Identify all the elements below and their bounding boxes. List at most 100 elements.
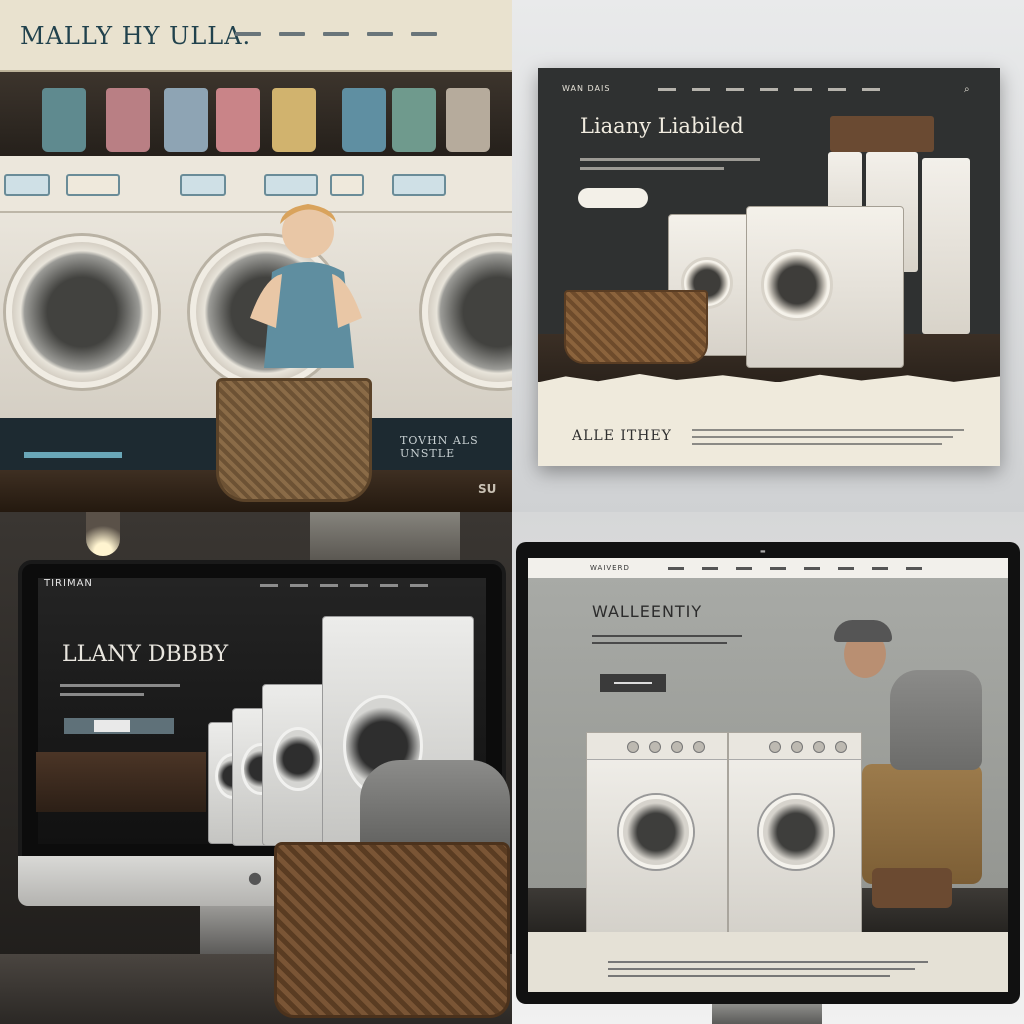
nav-item[interactable] [323,32,349,36]
footer-text [608,956,928,982]
nav-item[interactable] [367,32,393,36]
panel-imac-mockup: TIRIMAN LLANY DBBBY ● [0,512,512,1024]
nav-item[interactable] [668,567,684,570]
hanging-cloth [216,88,260,152]
hero-subtitle [60,678,180,702]
washing-machine [728,732,862,934]
nav-item[interactable] [760,88,778,91]
panel-laundry-child: MALLY HY ULLA. TOVHN ALS UNSTLE SU [0,0,512,512]
panel-laundry-site: WAN DAIS ⌕ Liaany Liabiled ALLE ITHEY [512,0,1024,512]
washing-machine [0,156,174,446]
nav-item[interactable] [862,88,880,91]
site-logo[interactable]: TIRIMAN [44,578,93,589]
signup-button[interactable] [94,720,130,732]
towel-rack [830,116,934,152]
nav-item[interactable] [736,567,752,570]
hero-title: LLANY DBBBY [62,642,229,667]
nav-item[interactable] [828,88,846,91]
hanging-cloth [446,88,490,152]
monitor-screen: WAIVERD WALLEENTIY [528,558,1008,992]
panel-monitor-man: ▬ WAIVERD WALLEENTIY [512,512,1024,1024]
washer-display [392,174,446,196]
washer-knob [649,741,661,753]
site-logo[interactable]: MALLY HY ULLA. [20,22,251,50]
background-window [310,512,460,562]
nav-item[interactable] [279,32,305,36]
laundry-basket [274,842,510,1018]
hero-subtitle [580,152,760,176]
washer-knob [693,741,705,753]
washer-control-panel [587,733,727,760]
washing-machine [586,732,728,934]
washer-drum [422,236,512,388]
mockup-grid: MALLY HY ULLA. TOVHN ALS UNSTLE SU WAN D… [0,0,1024,1024]
site-logo[interactable]: WAN DAIS [562,84,610,93]
washer-control-panel [382,156,512,213]
webcam-icon: ▬ [760,548,767,555]
website-mockup: WAN DAIS ⌕ Liaany Liabiled ALLE ITHEY [538,68,1000,466]
laundry-basket [564,290,708,364]
apple-logo-icon: ● [248,868,262,887]
nav-item[interactable] [794,88,812,91]
nav-item[interactable] [838,567,854,570]
section-paragraph [692,424,964,450]
hanging-cloth [392,88,436,152]
nav-item[interactable] [260,584,278,587]
signup-input[interactable] [64,718,174,734]
nav-item[interactable] [320,584,338,587]
washer-knob [769,741,781,753]
nav-item[interactable] [411,32,437,36]
washer-knob [627,741,639,753]
nav-item[interactable] [692,88,710,91]
nav-menu [235,32,437,36]
nav-item[interactable] [872,567,888,570]
washer-drum [761,249,833,321]
hero-subtitle [592,630,742,649]
search-icon[interactable]: ⌕ [964,84,970,95]
nav-item[interactable] [235,32,261,36]
washer-control-panel [729,733,861,760]
washer-display [4,174,50,196]
washer-knob [671,741,683,753]
washer-drum [759,795,833,869]
washer-knob [791,741,803,753]
site-header: WAN DAIS ⌕ [538,68,1000,116]
man-cap [834,620,892,642]
nav-item[interactable] [770,567,786,570]
nav-item[interactable] [906,567,922,570]
nav-item[interactable] [658,88,676,91]
section-title: ALLE ITHEY [572,428,672,444]
washer-display [180,174,226,196]
floor-caption: SU [478,482,497,496]
nav-item[interactable] [804,567,820,570]
hanging-cloth [106,88,150,152]
man-torso [890,670,982,770]
site-logo[interactable]: WAIVERD [590,564,630,572]
washer-drum [273,727,323,791]
wood-cabinet [36,752,206,812]
nav-item[interactable] [702,567,718,570]
nav-item[interactable] [410,584,428,587]
washer-display [66,174,120,196]
nav-menu [658,88,880,91]
hero-title: Liaany Liabiled [580,114,744,138]
site-header: MALLY HY ULLA. [0,0,512,72]
nav-item[interactable] [380,584,398,587]
washer-drum [6,236,158,388]
nav-item[interactable] [726,88,744,91]
hero-cta-button[interactable] [578,188,648,208]
nav-item[interactable] [350,584,368,587]
info-band-button[interactable] [24,452,122,458]
hanging-cloth [164,88,208,152]
washer-knob [813,741,825,753]
nav-menu [668,567,922,570]
info-band-heading: TOVHN ALS UNSTLE [400,434,479,460]
man-boots [872,868,952,908]
washer-drum [619,795,693,869]
hanging-cloth [42,88,86,152]
hero-cta-button[interactable] [600,674,666,692]
hanging-cloth [342,88,386,152]
nav-item[interactable] [290,584,308,587]
laundry-basket [216,378,372,502]
site-header: WAIVERD [528,558,1008,578]
